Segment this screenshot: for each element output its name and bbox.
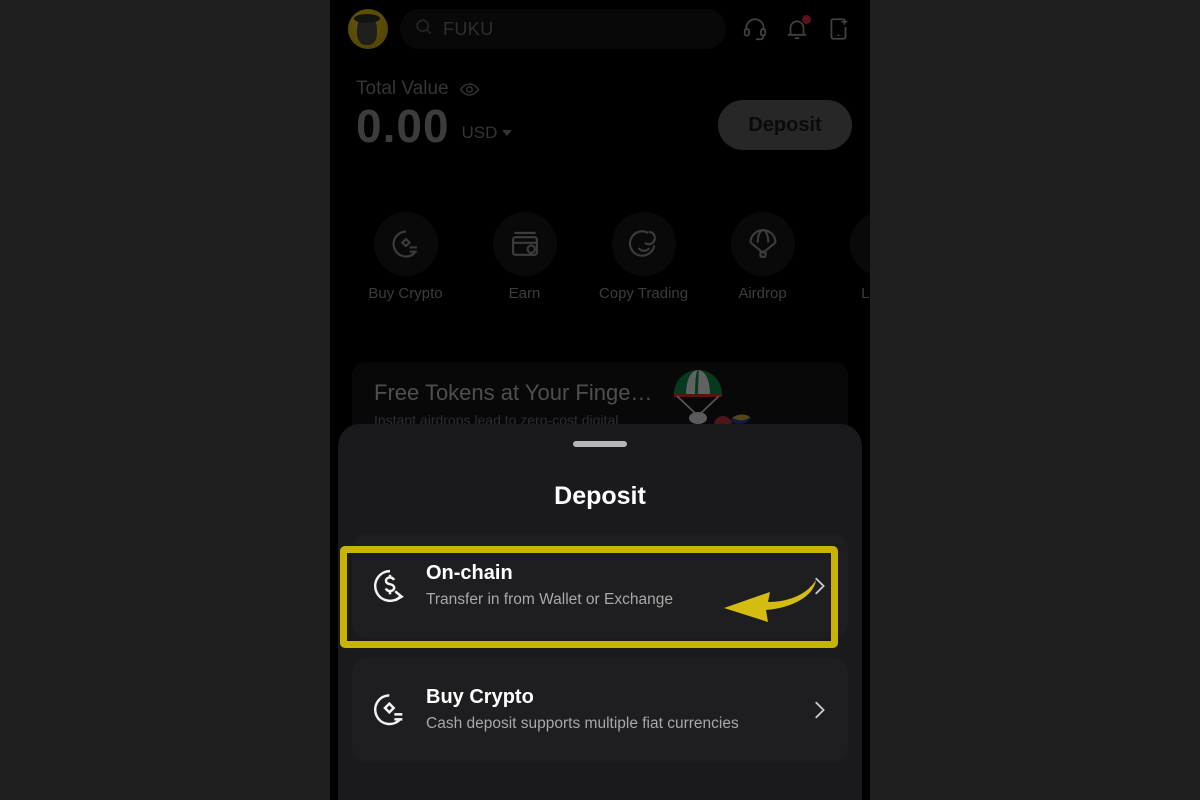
deposit-option-on-chain[interactable]: On-chain Transfer in from Wallet or Exch… [352,534,848,638]
header-icon-group [742,15,852,42]
quick-action-airdrop[interactable]: Airdrop [703,212,822,304]
quick-actions-row: Buy Crypto Earn Copy Trading Airdrop L [330,212,870,304]
banner-title: Free Tokens at Your Finge… [374,380,653,405]
app-header: FUKU [330,6,870,52]
deposit-bottom-sheet: Deposit On-chain Transfer in from Wallet… [338,424,862,800]
quick-action-earn[interactable]: Earn [465,212,584,304]
search-input-value: FUKU [443,18,494,39]
option-subtitle: Cash deposit supports multiple fiat curr… [426,715,739,733]
notification-bell-icon[interactable] [784,15,811,42]
drag-handle[interactable] [573,441,627,447]
launchpad-icon [849,212,870,276]
quick-action-buy-crypto[interactable]: Buy Crypto [346,212,465,304]
quick-action-label: Launc [861,285,870,302]
search-icon [414,17,433,41]
quick-action-launchpad[interactable]: Launc [822,212,870,304]
option-subtitle: Transfer in from Wallet or Exchange [426,591,673,609]
airdrop-parachute-icon [730,212,795,276]
option-text: Buy Crypto Cash deposit supports multipl… [426,684,792,735]
balance-amount-row: 0.00 USD [356,100,513,152]
chevron-right-icon [808,699,830,721]
quick-action-copy-trading[interactable]: Copy Trading [584,212,703,304]
copy-trading-icon [611,212,676,276]
option-title: On-chain [426,562,513,585]
option-title: Buy Crypto [426,686,534,709]
buy-crypto-icon [370,690,410,730]
deposit-button[interactable]: Deposit [718,100,852,150]
quick-action-label: Buy Crypto [368,285,443,302]
user-avatar[interactable] [348,9,388,49]
chevron-down-icon [502,130,513,137]
quick-action-label: Copy Trading [598,285,689,302]
total-value-label: Total Value [356,78,449,99]
currency-label: USD [461,123,498,143]
search-input[interactable]: FUKU [400,9,726,49]
phone-frame: FUKU Total Value 0.00 USD Deposit Buy Cr… [330,0,870,800]
buy-crypto-icon [373,212,438,276]
sheet-title: Deposit [554,482,646,510]
screenshot-root: FUKU Total Value 0.00 USD Deposit Buy Cr… [0,0,1200,800]
eye-icon[interactable] [459,79,480,100]
quick-action-label: Earn [508,285,541,302]
currency-selector[interactable]: USD [462,123,513,150]
notification-badge [802,15,811,24]
dollar-circle-arrow-icon [370,566,410,606]
balance-label-row: Total Value [356,78,512,100]
balance-amount: 0.00 [356,100,450,152]
add-device-icon[interactable] [826,16,852,42]
support-headset-icon[interactable] [742,16,768,42]
deposit-option-buy-crypto[interactable]: Buy Crypto Cash deposit supports multipl… [352,658,848,762]
quick-action-label: Airdrop [738,285,787,302]
balance-block: Total Value 0.00 USD [356,78,513,152]
option-text: On-chain Transfer in from Wallet or Exch… [426,560,792,611]
chevron-right-icon [808,575,830,597]
earn-card-icon [492,212,557,276]
